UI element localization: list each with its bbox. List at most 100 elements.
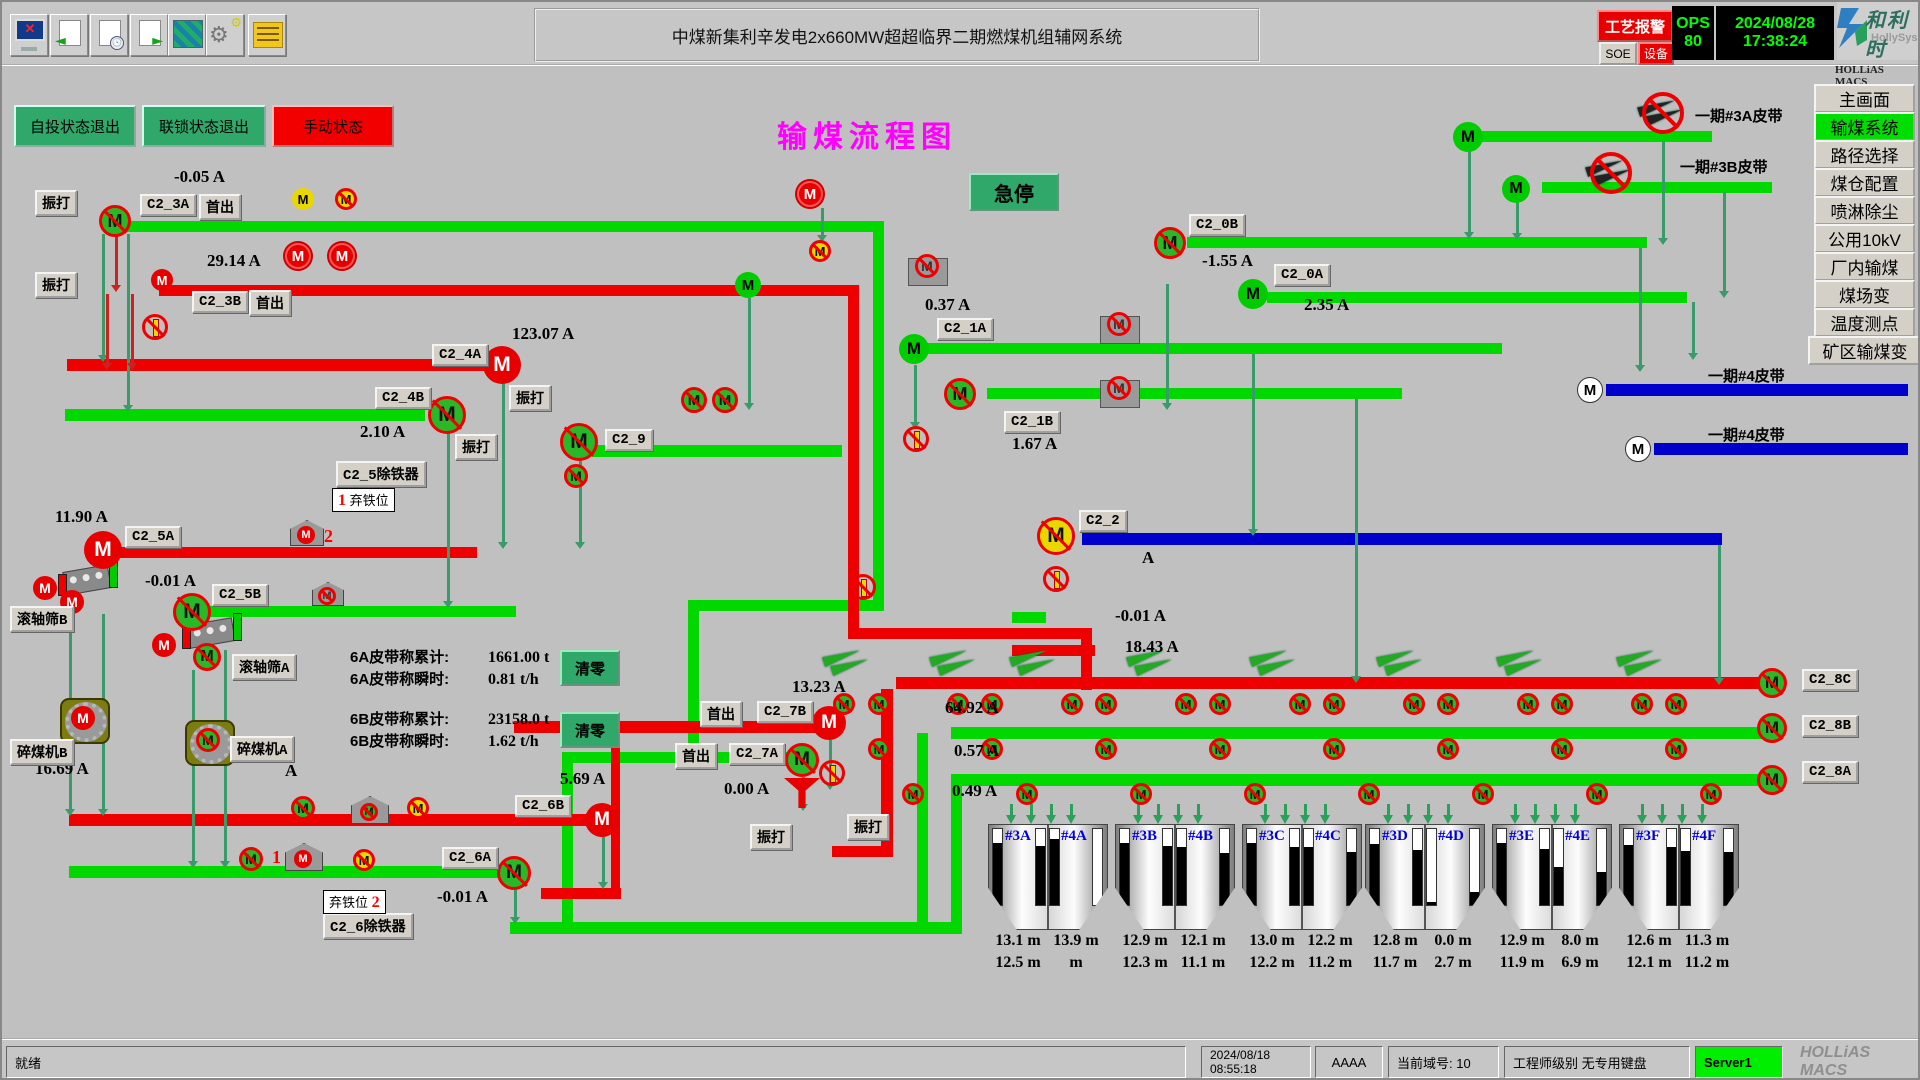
- equipment-label[interactable]: C2_4B: [375, 387, 431, 409]
- motor-symbol[interactable]: M: [712, 387, 738, 413]
- motor-symbol[interactable]: M: [99, 205, 131, 237]
- motor-symbol[interactable]: M: [1403, 693, 1425, 715]
- equipment-label[interactable]: C2_5A: [125, 526, 181, 548]
- equipment-label[interactable]: 碎煤机B: [10, 739, 74, 765]
- motor-symbol[interactable]: M: [1107, 376, 1131, 400]
- vibrate-button[interactable]: 振打: [750, 824, 792, 850]
- motor-symbol[interactable]: M: [1289, 693, 1311, 715]
- motor-symbol[interactable]: M: [71, 706, 95, 730]
- motor-symbol[interactable]: M: [196, 728, 220, 752]
- soe-button[interactable]: SOE: [1599, 42, 1637, 65]
- motor-symbol[interactable]: M: [292, 188, 314, 210]
- motor-symbol[interactable]: M: [1107, 312, 1131, 336]
- motor-symbol[interactable]: M: [297, 526, 315, 544]
- equipment-label[interactable]: C2_4A: [432, 344, 488, 366]
- motor-symbol[interactable]: M: [294, 850, 312, 868]
- equipment-label[interactable]: C2_5B: [212, 584, 268, 606]
- settings-icon[interactable]: ⚙⚙: [206, 14, 244, 56]
- first-out-button[interactable]: 首出: [700, 701, 742, 727]
- motor-symbol[interactable]: M: [1472, 783, 1494, 805]
- motor-symbol[interactable]: M: [1757, 668, 1787, 698]
- page-back-icon[interactable]: ◄: [50, 14, 88, 56]
- first-out-button[interactable]: 首出: [199, 194, 241, 220]
- motor-symbol[interactable]: M: [1016, 783, 1038, 805]
- motor-symbol[interactable]: M: [681, 387, 707, 413]
- auto-status-button[interactable]: 自投状态退出: [14, 105, 136, 147]
- equipment-label[interactable]: C2_1A: [937, 318, 993, 340]
- motor-symbol[interactable]: M: [1700, 783, 1722, 805]
- motor-symbol[interactable]: M: [151, 269, 173, 291]
- vibrate-button[interactable]: 振打: [509, 385, 551, 411]
- motor-symbol[interactable]: M: [1625, 436, 1651, 462]
- motor-symbol[interactable]: M: [193, 643, 221, 671]
- menu-item-8[interactable]: 煤场变: [1814, 280, 1915, 309]
- equipment-label[interactable]: C2_7B: [757, 701, 813, 723]
- menu-item-7[interactable]: 厂内输煤: [1814, 252, 1915, 281]
- reset-button[interactable]: 清零: [560, 712, 620, 748]
- motor-symbol[interactable]: M: [585, 803, 619, 837]
- equipment-label[interactable]: C2_5除铁器: [336, 461, 426, 487]
- equipment-label[interactable]: C2_0B: [1189, 214, 1245, 236]
- motor-symbol[interactable]: M: [560, 423, 598, 461]
- motor-symbol[interactable]: M: [785, 743, 819, 777]
- motor-symbol[interactable]: M: [1095, 693, 1117, 715]
- equipment-label[interactable]: C2_0A: [1274, 264, 1330, 286]
- motor-symbol[interactable]: M: [1238, 279, 1268, 309]
- equipment-label[interactable]: C2_2: [1079, 510, 1127, 532]
- motor-symbol[interactable]: M: [33, 576, 57, 600]
- menu-item-4[interactable]: 煤仓配置: [1814, 168, 1915, 197]
- menu-item-2[interactable]: 输煤系统: [1814, 112, 1915, 141]
- motor-symbol[interactable]: M: [1551, 738, 1573, 760]
- valve-icon[interactable]: [1043, 566, 1069, 592]
- valve-icon[interactable]: [142, 314, 168, 340]
- motor-symbol[interactable]: M: [1551, 693, 1573, 715]
- vibrate-button[interactable]: 振打: [455, 434, 497, 460]
- motor-symbol[interactable]: M: [1061, 693, 1083, 715]
- motor-symbol[interactable]: M: [285, 243, 311, 269]
- motor-symbol[interactable]: M: [335, 188, 357, 210]
- motor-symbol[interactable]: M: [1244, 783, 1266, 805]
- motor-symbol[interactable]: M: [902, 783, 924, 805]
- equipment-label[interactable]: 滚轴筛A: [232, 654, 296, 680]
- motor-symbol[interactable]: M: [291, 796, 315, 820]
- motor-symbol[interactable]: M: [564, 464, 588, 488]
- motor-symbol[interactable]: M: [809, 240, 831, 262]
- motor-symbol[interactable]: M: [899, 334, 929, 364]
- equipment-label[interactable]: C2_8B: [1802, 715, 1858, 737]
- equipment-label[interactable]: C2_7A: [729, 743, 785, 765]
- equipment-label[interactable]: C2_3B: [192, 291, 248, 313]
- menu-item-1[interactable]: 主画面: [1814, 84, 1915, 113]
- reset-button[interactable]: 清零: [560, 650, 620, 686]
- first-out-button[interactable]: 首出: [249, 290, 291, 316]
- equipment-label[interactable]: C2_3A: [140, 194, 196, 216]
- status-server[interactable]: Server1: [1695, 1046, 1783, 1078]
- equipment-label[interactable]: C2_6A: [442, 847, 498, 869]
- motor-symbol[interactable]: M: [1757, 713, 1787, 743]
- equipment-label[interactable]: C2_8A: [1802, 761, 1858, 783]
- first-out-button[interactable]: 首出: [675, 743, 717, 769]
- motor-symbol[interactable]: M: [1209, 738, 1231, 760]
- motor-symbol[interactable]: M: [1453, 122, 1483, 152]
- motor-symbol[interactable]: M: [1586, 783, 1608, 805]
- menu-item-9[interactable]: 温度测点: [1814, 308, 1915, 337]
- motor-symbol[interactable]: M: [173, 593, 211, 631]
- equipment-label[interactable]: C2_1B: [1004, 411, 1060, 433]
- motor-symbol[interactable]: M: [944, 378, 976, 410]
- motor-symbol[interactable]: M: [353, 849, 375, 871]
- motor-symbol[interactable]: M: [84, 531, 122, 569]
- vibrate-button[interactable]: 振打: [35, 272, 77, 298]
- motor-symbol[interactable]: M: [735, 272, 761, 298]
- motor-symbol[interactable]: M: [1037, 517, 1075, 555]
- page-history-icon[interactable]: 🕓: [90, 14, 128, 56]
- equipment-label[interactable]: C2_6除铁器: [323, 913, 413, 939]
- motor-symbol[interactable]: M: [1323, 738, 1345, 760]
- motor-symbol[interactable]: M: [1130, 783, 1152, 805]
- motor-symbol[interactable]: M: [497, 856, 531, 890]
- motor-symbol[interactable]: M: [1631, 693, 1653, 715]
- motor-symbol[interactable]: M: [1437, 693, 1459, 715]
- equipment-label[interactable]: C2_9: [605, 429, 653, 451]
- motor-symbol[interactable]: M: [797, 181, 823, 207]
- valve-icon[interactable]: [850, 574, 876, 600]
- motor-symbol[interactable]: M: [868, 738, 890, 760]
- motor-symbol[interactable]: M: [239, 847, 263, 871]
